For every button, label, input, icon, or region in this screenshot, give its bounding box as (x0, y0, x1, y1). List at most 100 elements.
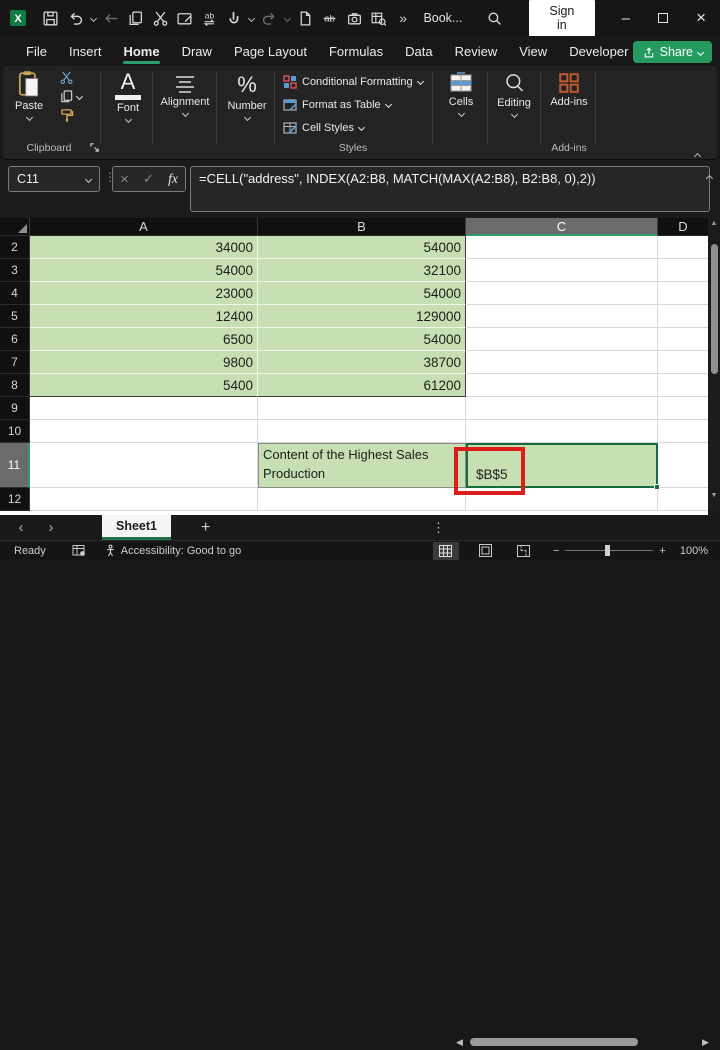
scroll-down-icon[interactable]: ▼ (708, 492, 720, 499)
cell-D2[interactable] (658, 236, 708, 259)
row-header-2[interactable]: 2 (0, 236, 30, 259)
tab-home[interactable]: Home (113, 39, 169, 64)
cell-B2[interactable]: 54000 (258, 236, 466, 259)
cut-icon[interactable] (148, 5, 173, 31)
replace-icon[interactable]: ab (197, 5, 222, 31)
cell-D10[interactable] (658, 420, 708, 443)
prev-sheet-icon[interactable]: ‹ (6, 519, 36, 536)
row-header-11[interactable]: 11 (0, 443, 30, 488)
cell-D4[interactable] (658, 282, 708, 305)
number-group-button[interactable]: % Number (221, 72, 273, 120)
insert-function-icon[interactable]: fx (168, 171, 178, 187)
horizontal-scrollbar[interactable] (468, 1034, 696, 1050)
cell-D6[interactable] (658, 328, 708, 351)
minimize-button[interactable]: – (607, 3, 645, 33)
cell-B9[interactable] (258, 397, 466, 420)
cell-B7[interactable]: 38700 (258, 351, 466, 374)
paste-button[interactable]: Paste (15, 70, 43, 120)
cut-button[interactable] (59, 70, 82, 85)
cell-styles-button[interactable]: Cell Styles (283, 116, 431, 139)
format-as-table-button[interactable]: Format as Table (283, 93, 431, 116)
fill-handle[interactable] (654, 484, 660, 490)
hscroll-left-icon[interactable]: ◀ (456, 1037, 463, 1048)
editing-group-button[interactable]: Editing (491, 72, 537, 117)
accessibility-status[interactable]: Accessibility: Good to go (104, 544, 241, 558)
clipboard-dialog-launcher-icon[interactable] (89, 142, 100, 153)
sign-in-button[interactable]: Sign in (529, 0, 595, 36)
cell-D5[interactable] (658, 305, 708, 328)
cell-C3[interactable] (466, 259, 658, 282)
cell-A2[interactable]: 34000 (30, 236, 258, 259)
cancel-formula-icon[interactable]: × (120, 171, 129, 188)
cell-A11[interactable] (30, 443, 258, 488)
search-icon[interactable] (482, 5, 507, 31)
close-button[interactable]: × (682, 3, 720, 33)
tab-view[interactable]: View (509, 39, 557, 64)
cell-A12[interactable] (30, 488, 258, 511)
row-header-8[interactable]: 8 (0, 374, 30, 397)
macro-record-icon[interactable] (72, 544, 86, 557)
cell-A9[interactable] (30, 397, 258, 420)
camera-icon[interactable] (342, 5, 367, 31)
tab-insert[interactable]: Insert (59, 39, 112, 64)
vertical-scrollbar[interactable]: ▲ ▼ (708, 218, 720, 515)
cell-C4[interactable] (466, 282, 658, 305)
copy-button[interactable] (59, 89, 82, 104)
tab-formulas[interactable]: Formulas (319, 39, 393, 64)
zoom-slider-thumb[interactable] (605, 545, 610, 556)
formula-bar-collapse-icon[interactable] (707, 168, 712, 186)
cell-B12[interactable] (258, 488, 466, 511)
page-break-view-button[interactable] (511, 542, 537, 560)
undo-icon[interactable] (63, 5, 88, 31)
cell-A6[interactable]: 6500 (30, 328, 258, 351)
zoom-out-button[interactable]: − (553, 545, 559, 557)
column-header-B[interactable]: B (258, 218, 466, 236)
cell-A5[interactable]: 12400 (30, 305, 258, 328)
cell-B8[interactable]: 61200 (258, 374, 466, 397)
new-file-icon[interactable] (293, 5, 318, 31)
normal-view-button[interactable] (433, 542, 459, 560)
tab-draw[interactable]: Draw (172, 39, 222, 64)
sheet-tab-sheet1[interactable]: Sheet1 (102, 515, 171, 540)
cell-C7[interactable] (466, 351, 658, 374)
edit-picture-icon[interactable] (172, 5, 197, 31)
row-header-6[interactable]: 6 (0, 328, 30, 351)
zoom-slider[interactable] (565, 550, 653, 551)
scroll-up-icon[interactable]: ▲ (708, 220, 720, 227)
column-header-D[interactable]: D (658, 218, 708, 236)
cell-B6[interactable]: 54000 (258, 328, 466, 351)
cell-B5[interactable]: 129000 (258, 305, 466, 328)
cell-B10[interactable] (258, 420, 466, 443)
touch-mode-dropdown-icon[interactable] (246, 16, 257, 21)
zoom-in-button[interactable]: + (659, 545, 665, 557)
row-header-10[interactable]: 10 (0, 420, 30, 443)
cells-group-button[interactable]: Cells (439, 72, 483, 116)
tab-data[interactable]: Data (395, 39, 442, 64)
save-icon[interactable] (39, 5, 64, 31)
sheet-more-icon[interactable]: ⋮ (432, 520, 445, 536)
share-button[interactable]: Share (633, 41, 712, 63)
maximize-button[interactable] (645, 3, 683, 33)
zoom-level[interactable]: 100% (680, 545, 708, 557)
row-header-4[interactable]: 4 (0, 282, 30, 305)
alignment-group-button[interactable]: Alignment (155, 74, 215, 116)
cell-A10[interactable] (30, 420, 258, 443)
row-header-5[interactable]: 5 (0, 305, 30, 328)
column-header-A[interactable]: A (30, 218, 258, 236)
cell-C10[interactable] (466, 420, 658, 443)
cell-D7[interactable] (658, 351, 708, 374)
next-sheet-icon[interactable]: › (36, 519, 66, 536)
cell-A4[interactable]: 23000 (30, 282, 258, 305)
tab-review[interactable]: Review (445, 39, 508, 64)
conditional-formatting-button[interactable]: Conditional Formatting (283, 70, 431, 93)
cell-D11[interactable] (658, 443, 708, 488)
cell-C5[interactable] (466, 305, 658, 328)
touch-mode-icon[interactable] (221, 5, 246, 31)
select-all-corner[interactable] (0, 218, 30, 236)
cell-A8[interactable]: 5400 (30, 374, 258, 397)
cell-B3[interactable]: 32100 (258, 259, 466, 282)
cell-B11[interactable]: Content of the Highest Sales Production (258, 443, 466, 488)
tab-file[interactable]: File (16, 39, 57, 64)
horizontal-scroll-thumb[interactable] (470, 1038, 638, 1046)
hscroll-right-icon[interactable]: ▶ (702, 1037, 709, 1048)
